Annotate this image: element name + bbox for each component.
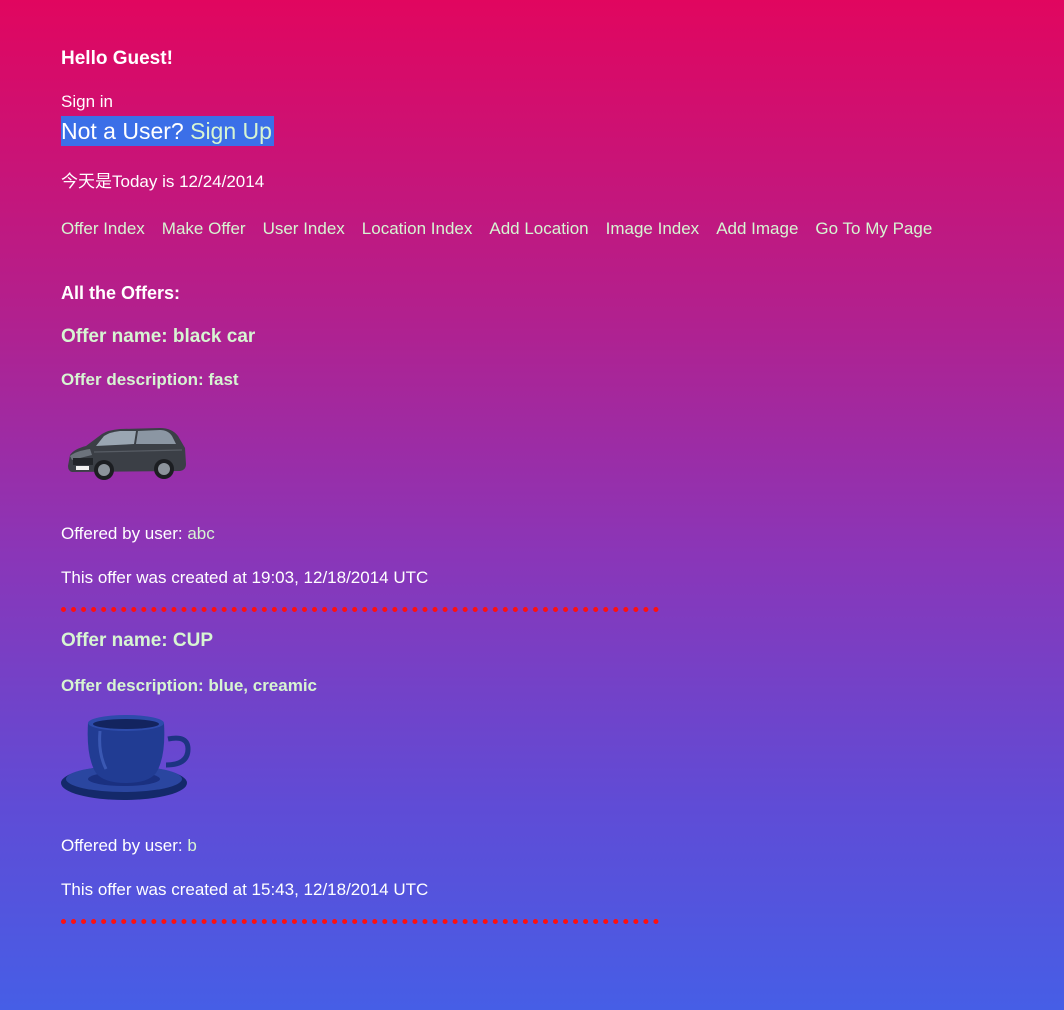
nav-location-index[interactable]: Location Index <box>362 219 473 239</box>
offer-created-at: This offer was created at 19:03, 12/18/2… <box>61 568 429 587</box>
nav-offer-index[interactable]: Offer Index <box>61 219 145 239</box>
offer-user-link[interactable]: abc <box>187 524 214 543</box>
nav-make-offer[interactable]: Make Offer <box>162 219 246 239</box>
offer-created-at: This offer was created at 15:43, 12/18/2… <box>61 880 429 899</box>
black-car-icon <box>68 428 186 480</box>
offer-divider <box>61 607 659 612</box>
all-offers-heading: All the Offers: <box>61 283 181 303</box>
sign-in-link[interactable]: Sign in <box>61 92 113 112</box>
signup-prompt: Not a User? <box>61 118 184 144</box>
offer-name: Offer name: black car <box>61 326 256 347</box>
offered-by: Offered by user: b <box>61 836 197 856</box>
nav-add-image[interactable]: Add Image <box>716 219 798 239</box>
offered-by: Offered by user: abc <box>61 524 215 544</box>
nav-image-index[interactable]: Image Index <box>606 219 700 239</box>
nav-add-location[interactable]: Add Location <box>489 219 588 239</box>
offer-user-link[interactable]: b <box>187 836 196 855</box>
main-nav: Offer Index Make Offer User Index Locati… <box>61 219 932 239</box>
offer-name: Offer name: CUP <box>61 630 214 651</box>
today-date: 今天是Today is 12/24/2014 <box>61 172 265 191</box>
offer-description: Offer description: fast <box>61 370 239 389</box>
offered-by-label: Offered by user: <box>61 524 183 543</box>
offer-description: Offer description: blue, creamic <box>61 676 318 695</box>
nav-user-index[interactable]: User Index <box>263 219 345 239</box>
offered-by-label: Offered by user: <box>61 836 183 855</box>
nav-go-to-my-page[interactable]: Go To My Page <box>815 219 932 239</box>
offer-divider <box>61 919 659 924</box>
greeting-heading: Hello Guest! <box>61 48 173 69</box>
blue-cup-icon <box>61 715 191 800</box>
sign-up-link[interactable]: Sign Up <box>190 118 272 144</box>
signup-banner: Not a User? Sign Up <box>61 116 274 146</box>
